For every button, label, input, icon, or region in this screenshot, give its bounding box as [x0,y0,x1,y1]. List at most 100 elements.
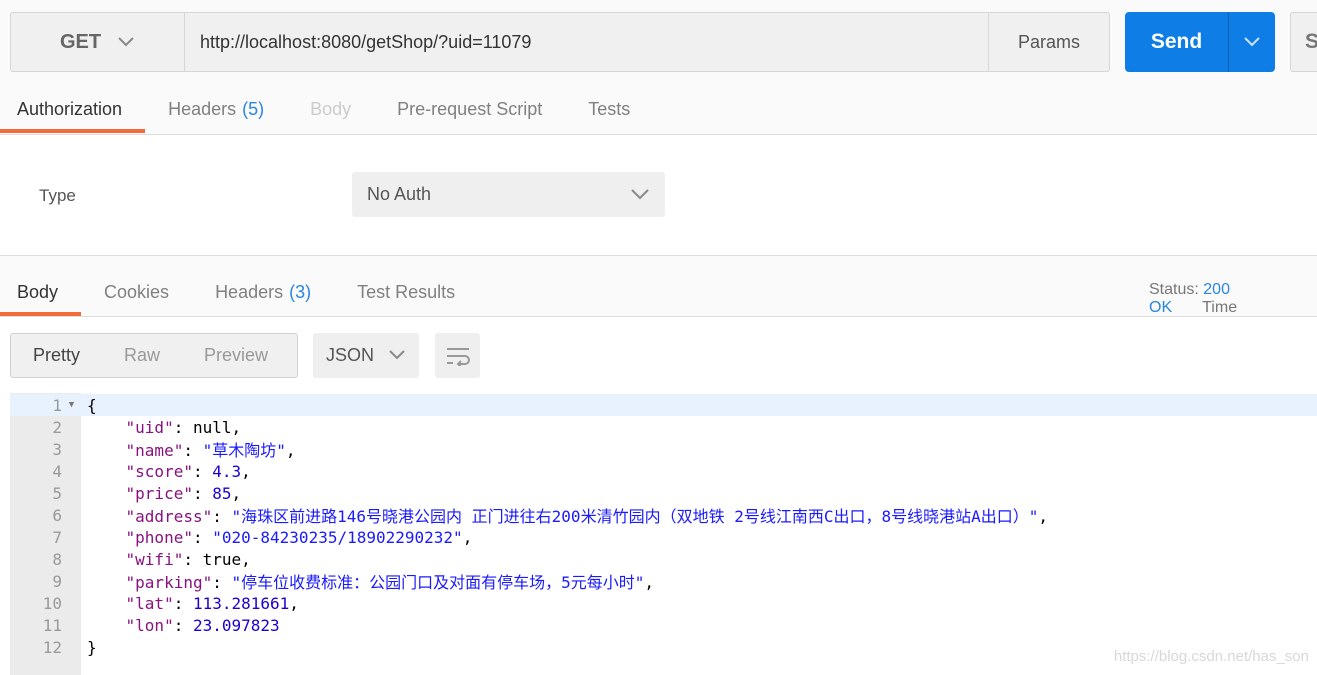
json-key: "phone" [125,527,193,547]
response-status: Status: 200 OK Time [1149,281,1317,317]
code-text: "lon": 23.097823 [81,616,280,635]
view-mode-pretty[interactable]: Pretty [11,334,102,377]
code-line: 4 "score": 4.3, [10,460,1317,482]
method-label: GET [59,30,102,53]
line-number: 4 [52,461,62,481]
line-number: 1 [52,395,62,415]
chevron-down-icon [630,184,650,205]
send-dropdown-chevron-icon[interactable] [1229,12,1275,72]
tab-pre-request-script[interactable]: Pre-request Script [374,86,565,133]
json-string: "海珠区前进路146号晓港公园内 正门进往右200米清竹园内（双地铁 2号线江南… [231,507,1039,526]
tab-body[interactable]: Body [287,86,374,133]
json-key: "address" [125,507,213,526]
json-punct: : null, [173,417,242,437]
tab-label: Headers [215,282,284,302]
code-text: { [81,396,97,415]
method-select[interactable]: GET [10,12,185,72]
code-text: "address": "海珠区前进路146号晓港公园内 正门进往右200米清竹园… [81,503,1048,527]
tab-label: Authorization [17,99,123,119]
request-tabs: Authorization Headers (5) Body Pre-request S… [0,86,653,133]
json-string: "停车位收费标准：公园门口及对面有停车场，5元每小时" [231,573,645,592]
code-text: "uid": null, [81,417,242,437]
line-number: 2 [52,417,62,437]
tab-test-results[interactable]: Test Results [334,269,478,316]
tab-label: Body [310,99,352,119]
tab-headers[interactable]: Headers (5) [145,86,287,133]
auth-type-label: Type [39,186,76,205]
json-punct: : [192,483,213,503]
json-punct: : [183,441,203,460]
json-key: "uid" [125,417,174,437]
code-text: "price": 85, [81,483,242,503]
code-line: 9 "parking": "停车位收费标准：公园门口及对面有停车场，5元每小时"… [10,569,1317,593]
code-line: 3 "name": "草木陶坊", [10,437,1317,461]
code-text: "phone": "020-84230235/18902290232", [81,527,473,547]
json-number: 85 [212,483,232,503]
json-punct: : [173,615,193,635]
line-number: 6 [52,505,62,525]
tab-tests[interactable]: Tests [565,86,653,133]
json-key: "lon" [125,615,174,635]
tab-label: Pre-request Script [397,99,543,119]
json-punct [87,507,126,526]
save-button[interactable]: Sa [1290,12,1317,72]
json-punct: , [285,441,296,460]
json-punct [87,528,126,547]
json-punct: : [212,507,232,526]
line-number: 3 [52,439,62,459]
code-text: "score": 4.3, [81,462,251,481]
params-button[interactable]: Params [988,12,1110,72]
tab-label: Test Results [357,282,456,302]
json-punct: , [1038,507,1049,526]
json-number: 23.097823 [192,615,280,635]
code-text: } [81,638,97,657]
view-mode-raw[interactable]: Raw [102,334,182,377]
tab-label: Cookies [104,282,170,302]
line-number: 7 [52,527,62,547]
url-input[interactable]: http://localhost:8080/getShop/?uid=11079 [184,12,989,72]
json-punct [87,616,126,635]
json-punct: : [192,461,213,481]
tab-authorization[interactable]: Authorization [0,86,146,133]
code-line: 11 "lon": 23.097823 [10,614,1317,636]
format-select[interactable]: JSON [313,333,419,378]
json-key: "price" [125,483,193,503]
response-body-editor[interactable]: 1 ▼{2 "uid": null, 3 "name": "草木陶坊", 4 "sco… [10,393,1317,675]
json-string: "草木陶坊" [202,441,286,460]
json-punct: , [241,461,251,481]
json-punct [87,418,126,437]
view-mode-preview[interactable]: Preview [182,334,290,377]
code-line: 8 "wifi": true, [10,548,1317,570]
status-label: Status: [1149,281,1199,298]
tab-label: Body [17,282,59,302]
line-number: 9 [52,571,62,591]
line-number: 8 [52,549,62,569]
code-text: "name": "草木陶坊", [81,437,296,461]
json-punct: , [644,573,655,592]
json-punct [87,441,126,460]
fold-triangle-icon[interactable]: ▼ [62,400,81,410]
tab-cookies[interactable]: Cookies [81,269,192,316]
auth-type-select[interactable]: No Auth [352,172,665,217]
line-number: 10 [42,593,62,613]
wrap-lines-icon[interactable] [435,333,480,378]
watermark: https://blog.csdn.net/has_son [1113,648,1309,665]
code-line: 10 "lat": 113.281661, [10,592,1317,614]
json-punct: , [231,483,242,503]
chevron-down-icon [117,31,135,54]
line-number: 11 [42,615,62,635]
send-button[interactable]: Send [1125,12,1275,72]
code-text: "parking": "停车位收费标准：公园门口及对面有停车场，5元每小时", [81,569,655,593]
send-label: Send [1125,12,1229,72]
tab-headers[interactable]: Headers (3) [192,269,334,316]
json-punct [87,573,126,592]
json-punct: , [462,527,473,547]
view-mode-group: Pretty Raw Preview [10,333,298,378]
json-punct: : [173,593,193,613]
tab-body[interactable]: Body [0,269,82,316]
json-key: "parking" [125,573,213,592]
json-number: 113.281661 [192,593,290,613]
tab-label: Tests [588,99,631,119]
code-line: 5 "price": 85, [10,482,1317,504]
response-tabs: Body Cookies Headers (3) Test Results [0,269,478,316]
